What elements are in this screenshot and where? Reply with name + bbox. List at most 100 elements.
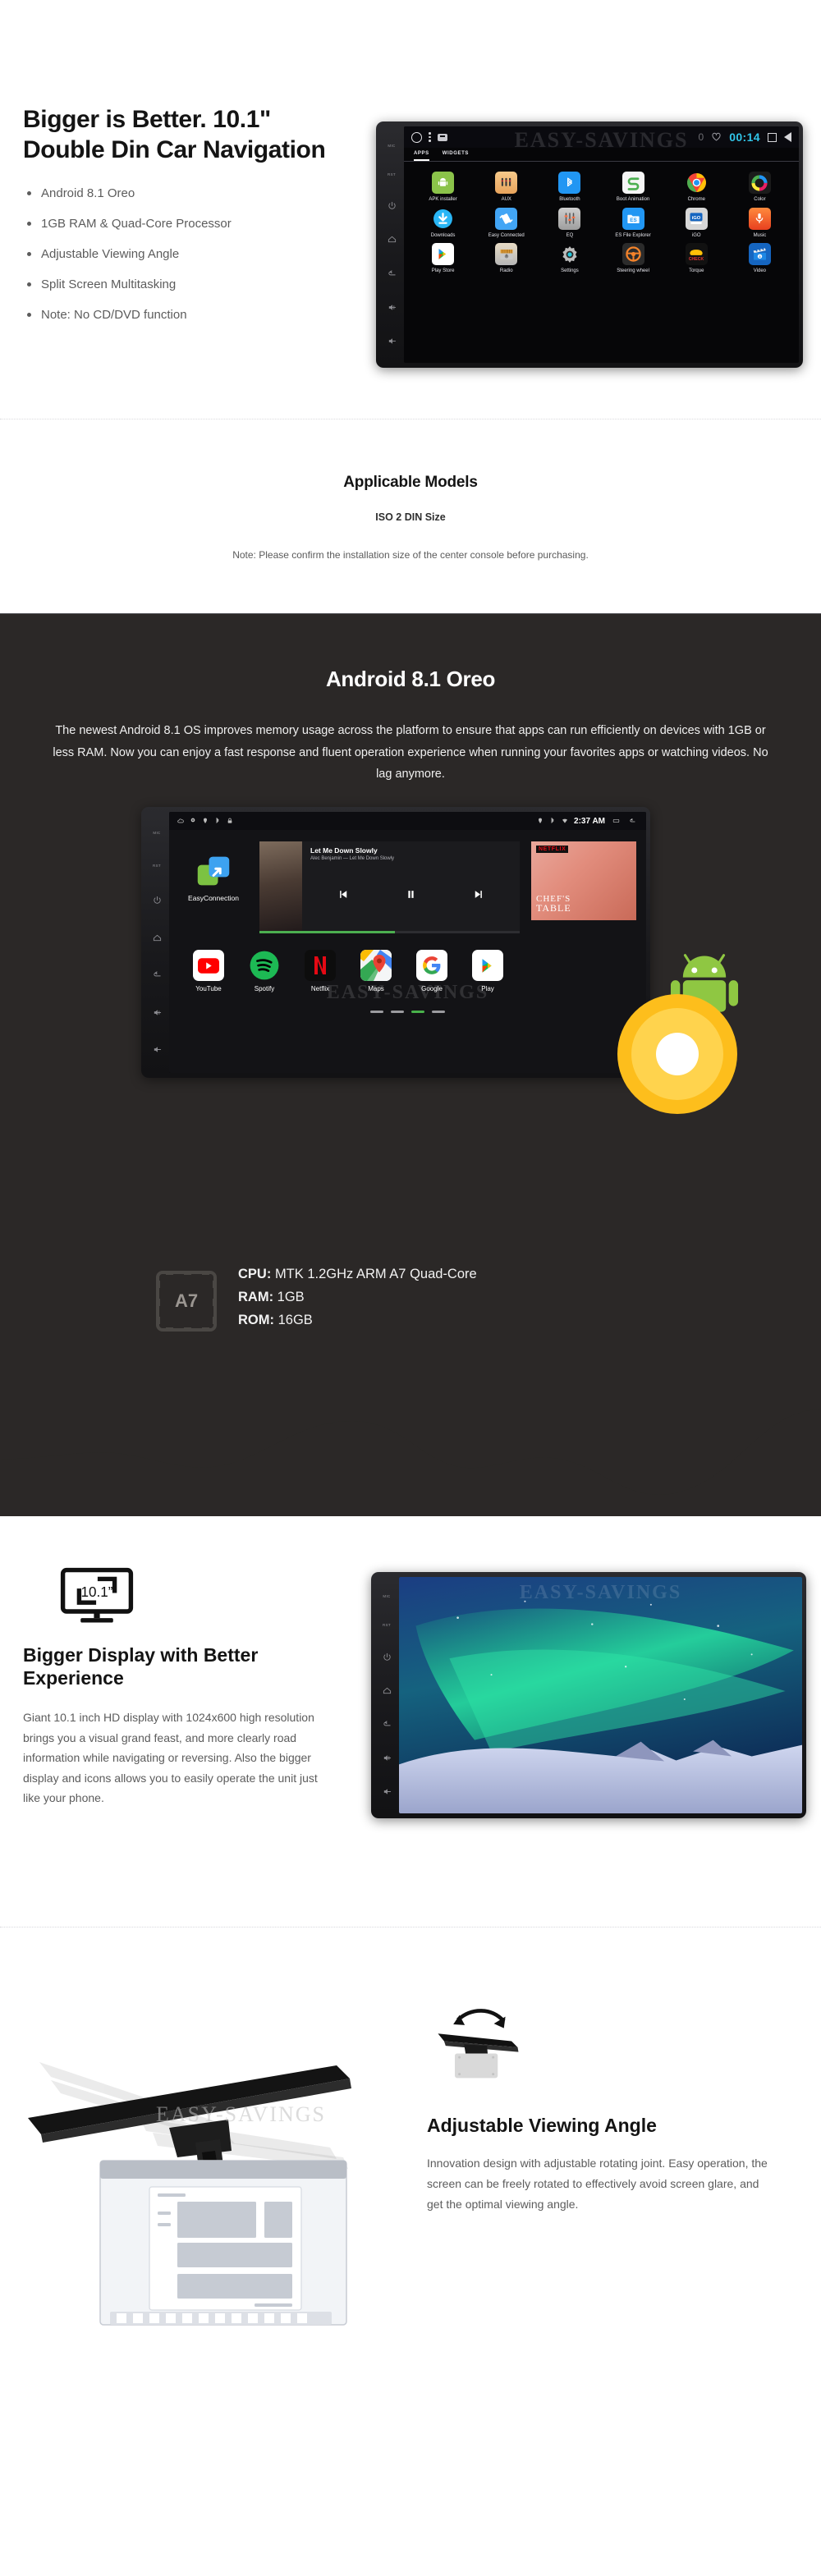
page-dot[interactable] (432, 1011, 445, 1014)
home-icon[interactable] (383, 1686, 392, 1695)
power-icon[interactable] (388, 201, 397, 210)
app-music[interactable]: Music (729, 207, 791, 239)
chip-label: A7 (174, 1290, 199, 1312)
spec-value: 16GB (277, 1313, 313, 1328)
screenshot-icon[interactable] (437, 133, 447, 141)
rail-label-rst: RST (153, 863, 161, 868)
app-label: Music (753, 232, 767, 238)
device-body: MIC RST (371, 1572, 806, 1819)
chrome-icon (686, 172, 708, 194)
volume-up-icon[interactable] (388, 303, 397, 312)
netflix-brand: NETFLIX (536, 846, 569, 854)
app-downloads[interactable]: Downloads (412, 208, 474, 239)
home-icon[interactable] (388, 235, 397, 244)
app-es-file-explorer[interactable]: ES ES File Explorer (602, 207, 663, 239)
dock-item-youtube[interactable]: YouTube (187, 950, 230, 992)
list-item: Split Screen Multitasking (23, 277, 351, 292)
device-side-rail: MIC RST (379, 126, 404, 363)
rail-label-mic: MIC (383, 1594, 391, 1599)
lock-icon (227, 818, 232, 823)
rail-label-rst: RST (383, 1623, 391, 1628)
app-chrome[interactable]: Chrome (666, 172, 727, 203)
power-icon[interactable] (383, 1652, 392, 1662)
adjustable-angle-section: EASY-SAVINGS Adjustable Viewing Angle In… (0, 1927, 821, 2354)
equalizer-icon (558, 207, 581, 230)
app-label: Easy Connected (488, 232, 525, 238)
shortcut-easy-connection[interactable]: EasyConnection (179, 841, 248, 902)
recents-icon[interactable] (611, 818, 621, 824)
tab-apps[interactable]: APPS (414, 151, 429, 161)
pause-icon[interactable] (405, 888, 417, 902)
volume-up-icon[interactable] (153, 1008, 162, 1017)
skip-next-icon[interactable] (472, 888, 484, 902)
app-easy-connected[interactable]: Easy Connected (475, 207, 537, 239)
dock-item-play[interactable]: Play (466, 950, 509, 992)
device-screen[interactable]: EASY-SAVINGS 0 00:14 (404, 126, 799, 363)
dock-item-netflix[interactable]: Netflix (299, 950, 342, 992)
app-color[interactable]: Color (729, 172, 791, 203)
spec-value: MTK 1.2GHz ARM A7 Quad-Core (274, 1267, 477, 1282)
cloud-icon (177, 818, 184, 823)
rotating-screen-icon (432, 2008, 524, 2087)
home-icon[interactable] (153, 933, 162, 942)
assistant-circle-icon[interactable] (411, 131, 422, 143)
head-unit-device-hero: MIC RST 0 00:14 APPS WIDGETS APK install… (376, 121, 803, 368)
app-label: Play Store (431, 268, 455, 274)
rail-label-rst: RST (388, 172, 396, 177)
rail-label-mic: MIC (153, 831, 161, 836)
back-triangle-icon[interactable] (784, 132, 791, 142)
volume-down-icon[interactable] (153, 1045, 162, 1054)
app-eq[interactable]: EQ (539, 207, 600, 239)
overflow-menu-icon[interactable] (429, 132, 431, 142)
app-aux[interactable]: AUX (475, 172, 537, 203)
device-screen[interactable]: 2:37 AM EasyConnection Let Me Down Slowl… (169, 812, 646, 1074)
dock-label: Play (481, 985, 494, 993)
app-radio[interactable]: Radio (475, 243, 537, 274)
home-page-indicator[interactable] (169, 1011, 646, 1014)
music-mic-icon (748, 207, 771, 230)
netflix-card[interactable]: NETFLIX CHEF'S TABLE (531, 841, 636, 921)
igo-navigation-icon: iGO (685, 207, 708, 230)
dock-label: Google (421, 985, 443, 993)
volume-up-icon[interactable] (383, 1753, 392, 1762)
app-boot-animation[interactable]: Boot Animation (602, 172, 663, 203)
recents-icon[interactable] (768, 132, 777, 142)
back-icon[interactable] (153, 970, 162, 979)
page-dot-active[interactable] (411, 1011, 424, 1014)
bluetooth-icon (558, 172, 581, 194)
bigger-display-section: 10.1” Bigger Display with Better Experie… (0, 1516, 821, 1927)
app-torque[interactable]: CHECK Torque (666, 243, 727, 274)
video-clapper-icon: 3 (748, 243, 771, 266)
power-icon[interactable] (153, 896, 162, 905)
back-icon[interactable] (383, 1720, 392, 1729)
spec-value: 1GB (277, 1290, 305, 1305)
app-igo[interactable]: iGO iGO (666, 207, 727, 239)
volume-down-icon[interactable] (383, 1787, 392, 1796)
product-detail-page: Bigger is Better. 10.1" Double Din Car N… (0, 0, 821, 2354)
app-video[interactable]: 3 Video (729, 243, 791, 274)
page-dot[interactable] (391, 1011, 404, 1014)
dock-item-spotify[interactable]: Spotify (243, 950, 286, 992)
app-steering-wheel[interactable]: Steering wheel (602, 243, 663, 274)
android-body: The newest Android 8.1 OS improves memor… (53, 723, 768, 782)
progress-bar[interactable] (259, 931, 520, 934)
skip-previous-icon[interactable] (337, 888, 350, 902)
svg-text:EASY-SAVINGS: EASY-SAVINGS (156, 2102, 326, 2126)
volume-down-icon[interactable] (388, 337, 397, 346)
svg-text:CHECK: CHECK (689, 257, 704, 262)
app-dock: YouTube Spotify Netflix Maps Google Play (169, 933, 646, 992)
page-dot[interactable] (370, 1011, 383, 1014)
dock-item-maps[interactable]: Maps (355, 950, 397, 992)
app-bluetooth[interactable]: Bluetooth (539, 172, 600, 203)
back-icon[interactable] (627, 818, 638, 824)
app-apk-installer[interactable]: APK installer (412, 172, 474, 203)
android-visual-stage: MIC RST 2:37 AM EasyConnection Let Me Do… (0, 807, 821, 1267)
app-settings[interactable]: Settings (539, 243, 600, 274)
app-play-store[interactable]: Play Store (412, 243, 474, 274)
back-icon[interactable] (388, 269, 397, 278)
dock-item-google[interactable]: Google (410, 950, 453, 992)
dock-label: Netflix (310, 985, 330, 993)
tab-widgets[interactable]: WIDGETS (443, 151, 469, 161)
music-player-widget[interactable]: Let Me Down Slowly Alec Benjamin — Let M… (259, 841, 520, 934)
device-screen[interactable]: EASY-SAVINGS (399, 1577, 802, 1814)
